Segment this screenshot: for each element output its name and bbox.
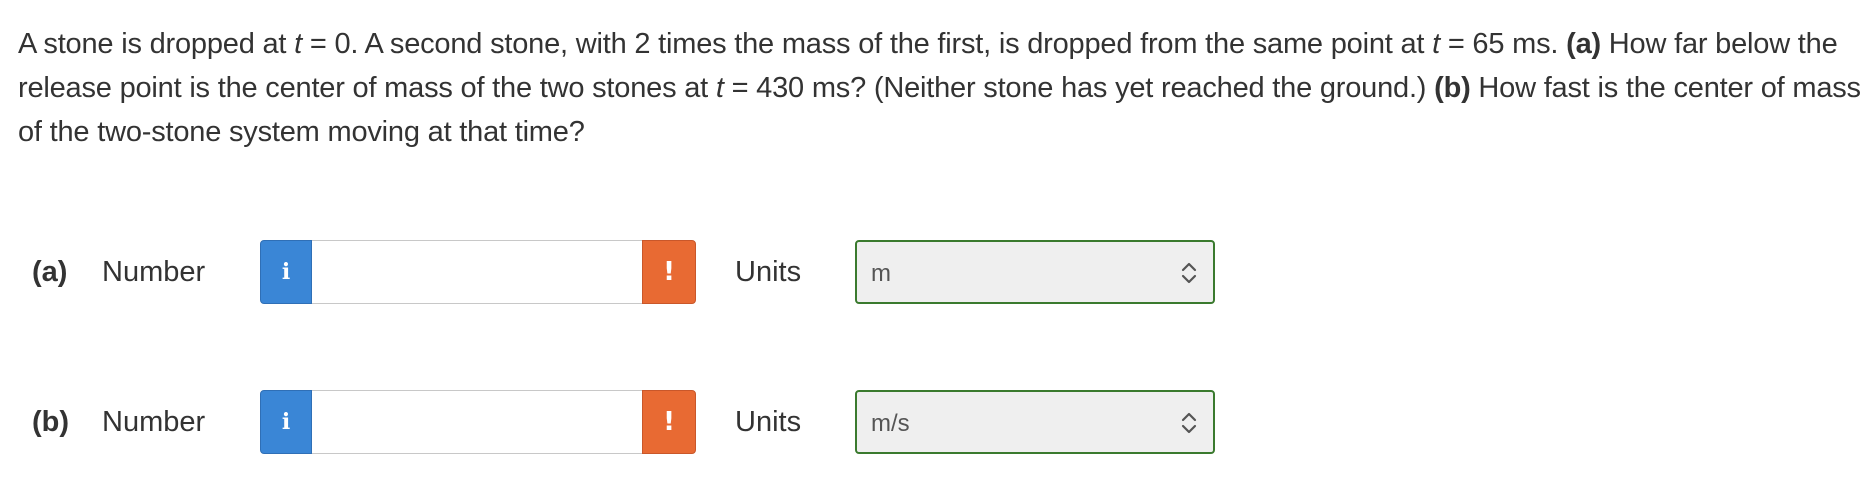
- problem-text: = 65 ms.: [1439, 28, 1567, 60]
- time-variable: t: [294, 28, 302, 60]
- units-label: Units: [735, 406, 802, 438]
- problem-text: = 430 ms? (Neither stone has yet reached…: [723, 72, 1435, 104]
- exclamation-icon[interactable]: !: [642, 390, 696, 454]
- part-b-marker: (b): [1434, 72, 1471, 104]
- units-select[interactable]: m: [855, 240, 1215, 304]
- number-label: Number: [102, 406, 206, 438]
- chevron-up-down-icon: [1181, 412, 1197, 434]
- units-selected-value: m: [871, 260, 891, 287]
- units-selected-value: m/s: [871, 410, 910, 437]
- number-input[interactable]: [312, 390, 642, 454]
- part-label: (a): [32, 256, 68, 288]
- number-input[interactable]: [312, 240, 642, 304]
- problem-statement: A stone is dropped at t = 0. A second st…: [18, 22, 1863, 154]
- units-label: Units: [735, 256, 802, 288]
- exclamation-icon[interactable]: !: [642, 240, 696, 304]
- part-a-marker: (a): [1566, 28, 1601, 60]
- units-select[interactable]: m/s: [855, 390, 1215, 454]
- problem-text: = 0. A second stone, with 2 times the ma…: [302, 28, 1433, 60]
- problem-text: A stone is dropped at: [18, 28, 295, 60]
- time-variable: t: [1432, 28, 1440, 60]
- time-variable: t: [715, 72, 724, 104]
- part-label: (b): [32, 406, 70, 438]
- info-icon[interactable]: i: [260, 240, 312, 304]
- chevron-up-down-icon: [1181, 262, 1197, 284]
- info-icon[interactable]: i: [260, 390, 312, 454]
- number-label: Number: [102, 256, 206, 288]
